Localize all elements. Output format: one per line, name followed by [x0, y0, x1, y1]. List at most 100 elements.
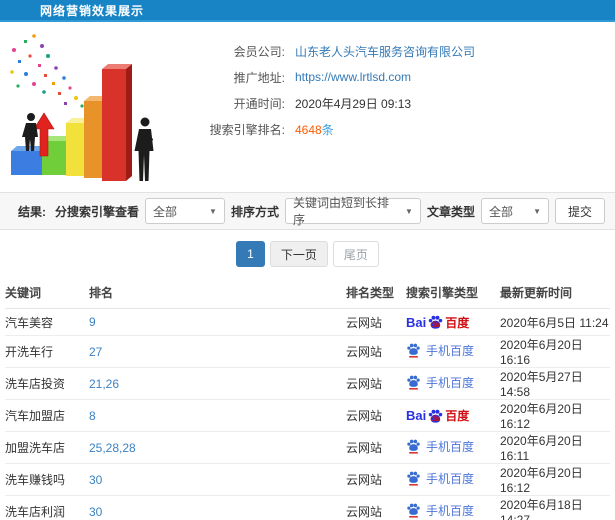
table-row: 汽车美容 9 云网站 Bai du 百度 2020年6月5日 11:24	[5, 308, 610, 336]
open-time-label: 开通时间:	[233, 96, 285, 111]
bar-chart-illustration	[0, 22, 185, 192]
keyword-cell: 洗车店投资	[5, 367, 89, 400]
open-time-row: 开通时间: 2020年4月29日 09:13	[185, 90, 475, 116]
keyword-cell: 加盟洗车店	[5, 431, 89, 464]
chevron-down-icon: ▼	[533, 206, 541, 216]
promo-url-label: 推广地址:	[233, 70, 285, 85]
pagination: 1 下一页 尾页	[0, 230, 615, 276]
rank-cell[interactable]: 9	[89, 308, 346, 336]
top-title-bar: 网络营销效果展示	[0, 0, 615, 22]
engine-view-select[interactable]: 全部 ▼	[144, 198, 225, 224]
rank-count: 4648	[295, 122, 322, 137]
baidu-logo: Bai du 百度	[406, 408, 470, 424]
mobile-baidu-logo: 手机百度	[406, 438, 474, 455]
page-1-button[interactable]: 1	[236, 241, 265, 267]
rank-type-cell: 云网站	[346, 495, 406, 520]
engine-rank-row: 搜索引擎排名: 4648条	[185, 116, 475, 142]
rank-cell[interactable]: 27	[89, 335, 346, 368]
rank-count-unit: 条	[321, 122, 334, 137]
header-keyword: 关键词	[5, 276, 89, 309]
engine-type-cell: Bai du 百度	[406, 431, 500, 464]
table-row: 洗车店投资 21,26 云网站 Bai du 百度	[5, 367, 610, 400]
article-type-select[interactable]: 全部 ▼	[480, 198, 549, 224]
result-label: 结果:	[18, 204, 46, 219]
last-page-button[interactable]: 尾页	[332, 241, 379, 267]
mobile-baidu-logo: 手机百度	[406, 342, 474, 359]
mobile-baidu-paw-icon	[406, 374, 421, 390]
submit-button[interactable]: 提交	[554, 198, 605, 224]
chevron-down-icon: ▼	[405, 206, 413, 216]
company-row: 会员公司: 山东老人头汽车服务咨询有限公司	[185, 38, 475, 64]
baidu-logo: Bai du 百度	[406, 314, 470, 330]
header-rank: 排名	[89, 276, 346, 309]
rank-cell[interactable]: 25,28,28	[89, 431, 346, 464]
keyword-cell: 洗车店利润	[5, 495, 89, 520]
company-name-link[interactable]: 山东老人头汽车服务咨询有限公司	[295, 43, 475, 60]
table-row: 加盟洗车店 25,28,28 云网站 Bai du 百度	[5, 431, 610, 464]
keyword-cell: 汽车美容	[5, 308, 89, 336]
sort-selected: 关键词由短到长排序	[292, 196, 389, 227]
engine-rank-label: 搜索引擎排名:	[209, 122, 285, 137]
baidu-paw-icon: du	[427, 408, 444, 424]
mobile-baidu-logo: 手机百度	[406, 374, 474, 391]
mobile-baidu-paw-icon	[406, 470, 421, 486]
rank-type-cell: 云网站	[346, 308, 406, 336]
promo-url-link[interactable]: https://www.lrtlsd.com	[295, 70, 411, 84]
rank-cell[interactable]: 30	[89, 463, 346, 496]
update-time-cell: 2020年6月20日 16:11	[500, 431, 610, 464]
update-time-cell: 2020年6月20日 16:12	[500, 399, 610, 432]
mobile-baidu-paw-icon	[406, 438, 421, 454]
businessman-right	[134, 117, 154, 181]
keyword-cell: 汽车加盟店	[5, 399, 89, 432]
company-label: 会员公司:	[233, 44, 285, 59]
rank-type-cell: 云网站	[346, 399, 406, 432]
engine-type-cell: Bai du 百度	[406, 335, 500, 368]
engine-view-label: 分搜索引擎查看	[54, 204, 139, 219]
results-table: 关键词 排名 排名类型 搜索引擎类型 最新更新时间 汽车美容 9 云网站 Bai…	[5, 276, 610, 520]
bar-red	[102, 64, 132, 181]
table-row: 开洗车行 27 云网站 Bai du 百度	[5, 335, 610, 368]
table-row: 洗车店利润 30 云网站 Bai du 百度	[5, 495, 610, 520]
table-row: 洗车赚钱吗 30 云网站 Bai du 百度	[5, 463, 610, 496]
sort-label: 排序方式	[230, 204, 279, 219]
engine-type-cell: Bai du 百度	[406, 399, 500, 432]
company-info-panel: 会员公司: 山东老人头汽车服务咨询有限公司 推广地址: https://www.…	[185, 22, 475, 192]
filter-controls: 分搜索引擎查看 全部 ▼ 排序方式 关键词由短到长排序 ▼ 文章类型 全部 ▼ …	[54, 196, 605, 227]
article-type-label: 文章类型	[426, 204, 475, 219]
rank-type-cell: 云网站	[346, 431, 406, 464]
keyword-cell: 洗车赚钱吗	[5, 463, 89, 496]
company-info-section: 会员公司: 山东老人头汽车服务咨询有限公司 推广地址: https://www.…	[0, 22, 615, 192]
keyword-cell: 开洗车行	[5, 335, 89, 368]
header-engine-type: 搜索引擎类型	[406, 276, 500, 309]
update-time-cell: 2020年6月5日 11:24	[500, 308, 610, 336]
mobile-baidu-paw-icon	[406, 502, 421, 518]
engine-rank-value: 4648条	[295, 121, 334, 138]
rank-type-cell: 云网站	[346, 463, 406, 496]
sort-select[interactable]: 关键词由短到长排序 ▼	[284, 196, 421, 227]
baidu-paw-icon: du	[427, 314, 444, 330]
rank-cell[interactable]: 8	[89, 399, 346, 432]
article-type-selected: 全部	[488, 204, 513, 219]
rank-cell[interactable]: 30	[89, 495, 346, 520]
engine-type-cell: Bai du 百度	[406, 495, 500, 520]
next-page-button[interactable]: 下一页	[269, 241, 328, 267]
mobile-baidu-logo: 手机百度	[406, 470, 474, 487]
businessman-left	[22, 113, 38, 151]
engine-view-selected: 全部	[152, 204, 177, 219]
mobile-baidu-logo: 手机百度	[406, 502, 474, 519]
open-time-value: 2020年4月29日 09:13	[295, 96, 412, 111]
mobile-baidu-paw-icon	[406, 342, 421, 358]
engine-type-cell: Bai du 百度	[406, 463, 500, 496]
engine-type-cell: Bai du 百度	[406, 367, 500, 400]
engine-type-cell: Bai du 百度	[406, 308, 500, 336]
rank-cell[interactable]: 21,26	[89, 367, 346, 400]
filter-bar: 结果: 分搜索引擎查看 全部 ▼ 排序方式 关键词由短到长排序 ▼ 文章类型 全…	[0, 192, 615, 230]
rank-type-cell: 云网站	[346, 367, 406, 400]
confetti-dots	[10, 34, 96, 120]
rank-type-cell: 云网站	[346, 335, 406, 368]
header-rank-type: 排名类型	[346, 276, 406, 309]
update-time-cell: 2020年6月20日 16:12	[500, 463, 610, 496]
table-header-row: 关键词 排名 排名类型 搜索引擎类型 最新更新时间	[5, 276, 610, 309]
page-title: 网络营销效果展示	[40, 3, 145, 18]
update-time-cell: 2020年6月20日 16:16	[500, 335, 610, 368]
